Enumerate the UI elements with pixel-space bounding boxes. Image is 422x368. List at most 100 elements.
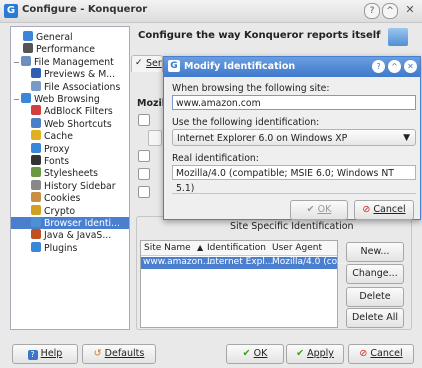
sidebar-item-label: Previews & M... (44, 69, 116, 81)
java-icon (31, 229, 41, 240)
send-label: Ser (146, 58, 162, 69)
sidebar-item[interactable]: Cookies (31, 192, 80, 204)
collapse-icon[interactable]: − (13, 94, 21, 106)
globe-icon (23, 31, 33, 41)
identification-select[interactable]: Internet Explorer 6.0 on Windows XP ▼ (172, 129, 416, 146)
ok-button[interactable]: ✔ OK (226, 344, 284, 364)
sidebar-item[interactable]: General (23, 31, 73, 43)
apply-button[interactable]: ✔ Apply (286, 344, 344, 364)
sidebar-item[interactable]: File Associations (31, 80, 121, 93)
option-checkbox-2[interactable] (138, 150, 150, 162)
adblock-icon (31, 105, 41, 116)
defaults-icon: ↺ (93, 348, 102, 359)
sidebar-item[interactable]: Fonts (31, 155, 69, 167)
sidebar-item-label: Performance (36, 44, 95, 56)
sidebar-item[interactable]: Previews & M... (31, 68, 115, 80)
sidebar-item[interactable]: − File Management (13, 55, 114, 69)
sidebar-item-label: Cookies (44, 193, 81, 205)
sidebar-item[interactable]: Browser Identi... (11, 217, 129, 229)
site-specific-title: Site Specific Identification (230, 221, 354, 232)
cookies-icon (31, 192, 41, 203)
check-icon: ✔ (296, 348, 305, 359)
cancel-icon: ⊘ (362, 204, 371, 215)
table-row[interactable]: www.amazon.... Internet Expl... Mozilla/… (141, 257, 346, 269)
sidebar-item-label: Web Shortcuts (44, 118, 112, 130)
category-sidebar[interactable]: General Performance − File Management Previe… (10, 26, 130, 330)
sidebar-item-label: Crypto (44, 205, 76, 217)
sidebar-item-label: Fonts (44, 156, 70, 167)
sidebar-item[interactable]: AdBlocK Filters (31, 105, 113, 117)
fonts-icon (31, 155, 41, 165)
globe-icon (21, 93, 31, 103)
delete-button[interactable]: Delete (346, 287, 404, 307)
option-button[interactable] (148, 130, 162, 146)
apply-label: Apply (307, 348, 334, 359)
defaults-button[interactable]: ↺ Defaults (82, 344, 156, 364)
cancel-icon: ⊘ (359, 348, 368, 359)
cancel-label: Cancel (370, 348, 403, 359)
new-button[interactable]: New... (346, 242, 404, 262)
sidebar-item-label: History Sidebar (44, 180, 116, 192)
col-identification[interactable]: Identification (207, 243, 266, 253)
preview-icon (31, 68, 41, 79)
sidebar-item-label: Java & JavaS... (44, 230, 112, 242)
row-site-name: www.amazon.... (143, 257, 215, 267)
shortcuts-icon (31, 117, 41, 128)
chevron-down-icon: ▼ (403, 133, 410, 143)
list-header: Site Name ▲ Identification User Agent (141, 241, 337, 256)
help-button[interactable]: ? Help (12, 344, 78, 364)
change-button[interactable]: Change... (346, 264, 404, 284)
dialog-shade-button[interactable]: ^ (388, 60, 401, 73)
option-checkbox-3[interactable] (138, 168, 150, 180)
check-icon: ✔ (242, 348, 251, 359)
row-identification: Internet Expl... (207, 257, 274, 267)
sidebar-item[interactable]: Proxy (31, 142, 70, 155)
sidebar-item[interactable]: Crypto (31, 204, 76, 217)
sidebar-item-label: AdBlocK Filters (44, 106, 113, 118)
stylesheets-icon (31, 167, 41, 178)
sidebar-item[interactable]: Performance (23, 43, 95, 55)
defaults-label: Defaults (104, 348, 145, 359)
option-checkbox-4[interactable] (138, 186, 150, 198)
send-identification-tab[interactable]: ✓ Ser (131, 55, 163, 72)
sidebar-item-label: File Management (34, 56, 114, 68)
col-site-name[interactable]: Site Name (144, 243, 191, 253)
shade-titlebar-button[interactable]: ^ (382, 3, 398, 19)
performance-icon (23, 43, 33, 54)
site-input[interactable]: www.amazon.com (172, 95, 416, 110)
modify-identification-dialog[interactable]: G Modify Identification ? ^ ✕ When brows… (163, 56, 421, 220)
sidebar-item-label: Cache (44, 131, 73, 143)
site-list[interactable]: Site Name ▲ Identification User Agent ww… (140, 240, 346, 328)
sidebar-item[interactable]: Plugins (31, 241, 77, 254)
sidebar-item-label: File Associations (44, 81, 121, 93)
sidebar-item[interactable]: History Sidebar (31, 179, 116, 192)
delete-all-button[interactable]: Delete All (346, 308, 404, 328)
sidebar-item[interactable]: − Web Browsing (13, 93, 100, 105)
sidebar-item[interactable]: Stylesheets (31, 167, 98, 179)
real-identification-label: Real identification: (172, 153, 259, 164)
sidebar-item-label: General (36, 32, 73, 43)
proxy-icon (31, 142, 41, 153)
check-icon: ✔ (306, 204, 315, 215)
dialog-help-button[interactable]: ? (372, 60, 385, 73)
identification-select-value: Internet Explorer 6.0 on Windows XP (177, 133, 348, 144)
dialog-close-button[interactable]: ✕ (404, 60, 417, 73)
dialog-title: Modify Identification (184, 61, 296, 72)
sidebar-item[interactable]: Web Shortcuts (31, 117, 112, 130)
help-titlebar-button[interactable]: ? (364, 3, 380, 19)
plugins-icon (31, 241, 41, 252)
dialog-cancel-button[interactable]: ⊘ Cancel (354, 200, 414, 220)
dialog-ok-button[interactable]: ✔ OK (290, 200, 348, 220)
sort-ascending-icon: ▲ (197, 243, 204, 252)
collapse-icon[interactable]: − (13, 57, 21, 69)
col-user-agent[interactable]: User Agent (272, 243, 322, 253)
sidebar-item-label: Proxy (44, 143, 70, 155)
app-icon: G (4, 4, 18, 18)
sidebar-item[interactable]: Java & JavaS... (31, 229, 111, 241)
use-identification-label: Use the following identification: (172, 117, 320, 128)
option-checkbox-1[interactable] (138, 114, 150, 126)
mozilla-label: Mozil (137, 98, 166, 109)
cancel-button[interactable]: ⊘ Cancel (348, 344, 414, 364)
close-window-button[interactable]: ✕ (403, 3, 417, 17)
sidebar-item[interactable]: Cache (31, 130, 73, 142)
